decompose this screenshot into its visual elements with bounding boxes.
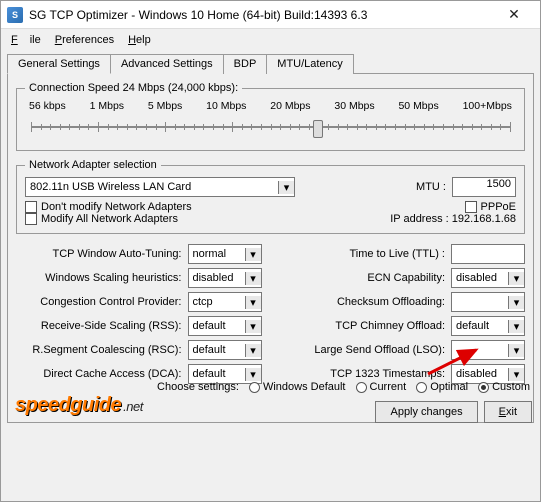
lso-combo[interactable]: ▾: [451, 340, 525, 360]
modify-all-checkbox[interactable]: Modify All Network Adapters: [25, 213, 324, 225]
chevron-down-icon[interactable]: ▾: [245, 320, 261, 333]
menu-preferences[interactable]: Preferences: [49, 32, 120, 48]
chimney-label: TCP Chimney Offload:: [280, 320, 446, 332]
close-icon[interactable]: ✕: [494, 6, 534, 23]
rss-combo[interactable]: default▾: [188, 316, 262, 336]
chevron-down-icon[interactable]: ▾: [245, 296, 261, 309]
speed-slider[interactable]: [31, 114, 510, 142]
chevron-down-icon[interactable]: ▾: [245, 272, 261, 285]
chevron-down-icon[interactable]: ▾: [278, 181, 294, 194]
connection-speed-group: Connection Speed 24 Mbps (24,000 kbps): …: [16, 82, 525, 151]
speed-tick-labels: 56 kbps 1 Mbps 5 Mbps 10 Mbps 20 Mbps 30…: [25, 100, 516, 112]
scaling-label: Windows Scaling heuristics:: [16, 272, 182, 284]
ip-value: 192.168.1.68: [452, 213, 516, 225]
ecn-combo[interactable]: disabled▾: [451, 268, 525, 288]
radio-optimal[interactable]: Optimal: [416, 381, 468, 393]
adapter-group: Network Adapter selection 802.11n USB Wi…: [16, 159, 525, 234]
checksum-combo[interactable]: ▾: [451, 292, 525, 312]
tab-general[interactable]: General Settings: [7, 54, 111, 74]
speed-slider-thumb[interactable]: [313, 120, 323, 138]
auto-tuning-label: TCP Window Auto-Tuning:: [16, 248, 182, 260]
tab-mtu[interactable]: MTU/Latency: [266, 54, 353, 74]
dont-modify-checkbox[interactable]: Don't modify Network Adapters: [25, 201, 324, 213]
ttl-field[interactable]: [451, 244, 525, 264]
exit-button[interactable]: Exit: [484, 401, 532, 423]
chevron-down-icon[interactable]: ▾: [508, 344, 524, 357]
congestion-combo[interactable]: ctcp▾: [188, 292, 262, 312]
radio-custom[interactable]: Custom: [478, 381, 530, 393]
mtu-label: MTU :: [416, 181, 446, 193]
radio-windows-default[interactable]: Windows Default: [249, 381, 346, 393]
adapter-legend: Network Adapter selection: [25, 159, 161, 171]
rsc-combo[interactable]: default▾: [188, 340, 262, 360]
choose-settings-label: Choose settings:: [157, 381, 239, 393]
apply-button[interactable]: Apply changes: [375, 401, 477, 423]
auto-tuning-combo[interactable]: normal▾: [188, 244, 262, 264]
chevron-down-icon[interactable]: ▾: [508, 296, 524, 309]
radio-current[interactable]: Current: [356, 381, 407, 393]
scaling-combo[interactable]: disabled▾: [188, 268, 262, 288]
pppoe-checkbox[interactable]: PPPoE: [336, 201, 516, 213]
chevron-down-icon[interactable]: ▾: [245, 248, 261, 261]
ttl-label: Time to Live (TTL) :: [280, 248, 446, 260]
checksum-label: Checksum Offloading:: [280, 296, 446, 308]
ecn-label: ECN Capability:: [280, 272, 446, 284]
adapter-combo[interactable]: 802.11n USB Wireless LAN Card ▾: [25, 177, 295, 197]
connection-speed-label: Connection Speed 24 Mbps (24,000 kbps):: [25, 82, 242, 94]
tab-advanced[interactable]: Advanced Settings: [110, 54, 224, 74]
mtu-field[interactable]: 1500: [452, 177, 516, 197]
chimney-combo[interactable]: default▾: [451, 316, 525, 336]
window-title: SG TCP Optimizer - Windows 10 Home (64-b…: [29, 8, 494, 22]
chevron-down-icon[interactable]: ▾: [245, 344, 261, 357]
rsc-label: R.Segment Coalescing (RSC):: [16, 344, 182, 356]
menu-file[interactable]: File: [5, 32, 47, 48]
ip-label: IP address :: [390, 213, 449, 225]
logo: speedguide.net: [15, 394, 143, 417]
app-icon: S: [7, 7, 23, 23]
tab-bdp[interactable]: BDP: [223, 54, 268, 74]
chevron-down-icon[interactable]: ▾: [508, 272, 524, 285]
menu-help[interactable]: Help: [122, 32, 157, 48]
congestion-label: Congestion Control Provider:: [16, 296, 182, 308]
chevron-down-icon[interactable]: ▾: [508, 320, 524, 333]
lso-label: Large Send Offload (LSO):: [280, 344, 446, 356]
rss-label: Receive-Side Scaling (RSS):: [16, 320, 182, 332]
